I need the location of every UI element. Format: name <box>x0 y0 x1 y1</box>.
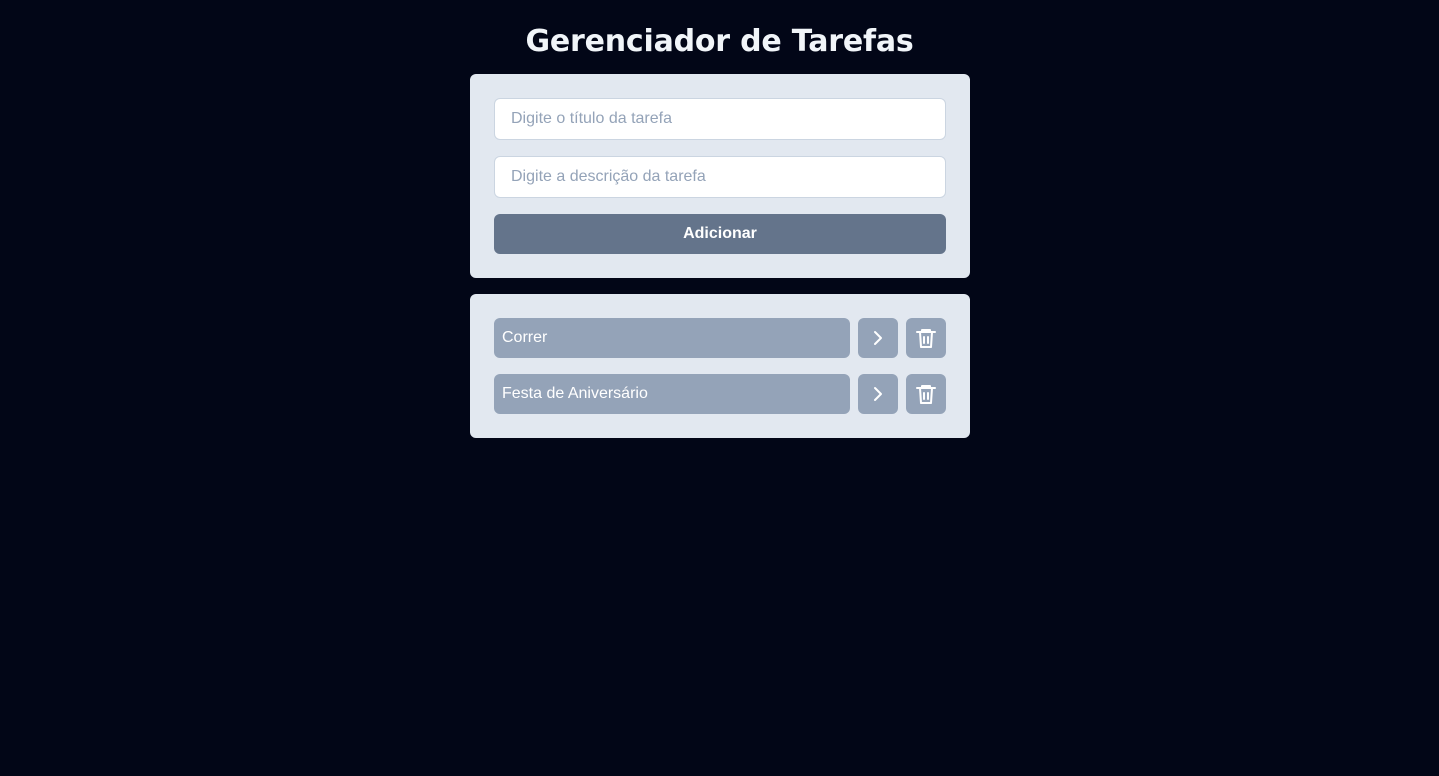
trash-icon <box>916 329 936 348</box>
task-description-input[interactable] <box>494 156 946 198</box>
task-list: Correr Festa de Aniversário <box>494 318 946 414</box>
trash-icon <box>916 385 936 404</box>
page-title: Gerenciador de Tarefas <box>525 24 914 59</box>
open-task-button[interactable] <box>858 318 898 358</box>
page: Gerenciador de Tarefas Adicionar Correr <box>0 0 1439 776</box>
task-list-card: Correr Festa de Aniversário <box>470 294 970 438</box>
delete-task-button[interactable] <box>906 318 946 358</box>
task-item: Correr <box>494 318 946 358</box>
add-task-button[interactable]: Adicionar <box>494 214 946 254</box>
chevron-right-icon <box>874 387 882 401</box>
chevron-right-icon <box>874 331 882 345</box>
delete-task-button[interactable] <box>906 374 946 414</box>
task-form-card: Adicionar <box>470 74 970 278</box>
open-task-button[interactable] <box>858 374 898 414</box>
task-title-button[interactable]: Correr <box>494 318 850 358</box>
task-title-input[interactable] <box>494 98 946 140</box>
task-item: Festa de Aniversário <box>494 374 946 414</box>
input-spacer <box>494 198 946 214</box>
task-title-button[interactable]: Festa de Aniversário <box>494 374 850 414</box>
input-spacer <box>494 140 946 156</box>
